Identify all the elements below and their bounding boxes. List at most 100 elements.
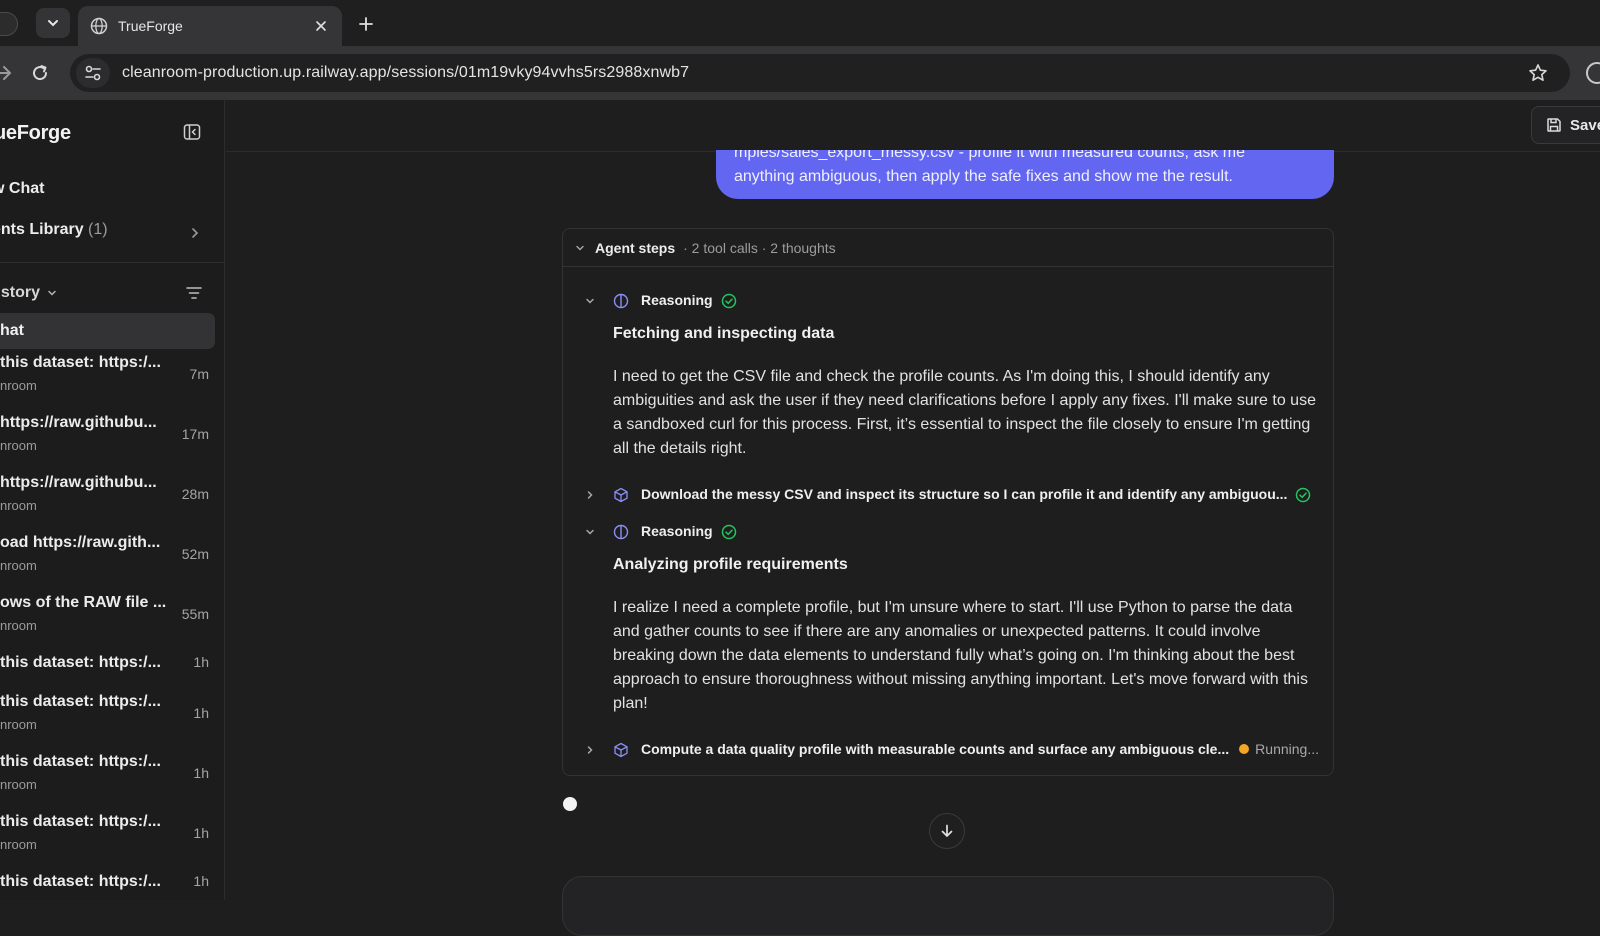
save-button[interactable]: Save [1531, 106, 1600, 144]
save-label: Save [1570, 116, 1600, 134]
history-item[interactable]: this dataset: https:/... nroom 7m [0, 354, 215, 410]
check-circle-icon [721, 524, 737, 540]
forward-icon[interactable] [0, 62, 14, 84]
active-chat-title: hat [0, 322, 24, 339]
browser-toolbar: cleanroom-production.up.railway.app/sess… [0, 46, 1600, 100]
history-item-subtitle: nroom [0, 777, 37, 792]
history-item-time: 28m [181, 486, 209, 502]
history-item-time: 1h [193, 765, 209, 781]
browser-tab[interactable]: TrueForge [78, 6, 342, 46]
history-item-title: this dataset: https:/... [0, 354, 161, 371]
history-item-subtitle: nroom [0, 558, 37, 573]
history-item-title: this dataset: https:/... [0, 753, 161, 770]
tab-close-button[interactable] [312, 17, 330, 35]
url-text[interactable]: cleanroom-production.up.railway.app/sess… [122, 64, 689, 82]
history-item-title: oad https://raw.gith... [0, 534, 161, 551]
profile-tab-button[interactable] [0, 12, 18, 36]
history-item-title: this dataset: https:/... [0, 654, 161, 671]
user-message-line: mples/sales_export_messy.csv - profile i… [734, 150, 1246, 161]
history-item-time: 55m [181, 606, 209, 622]
tool-call-toggle[interactable]: Compute a data quality profile with meas… [563, 738, 1333, 762]
reasoning-label: Reasoning [641, 523, 713, 539]
history-item-time: 1h [193, 825, 209, 841]
arrow-down-icon [941, 824, 953, 837]
history-item[interactable]: this dataset: https:/... nroom 1h [0, 813, 215, 869]
history-item-subtitle: nroom [0, 378, 37, 393]
bookmark-star-icon[interactable] [1528, 63, 1548, 83]
chevron-right-icon [587, 746, 593, 754]
tab-title: TrueForge [118, 18, 183, 34]
close-icon [316, 21, 326, 31]
agent-steps-title: Agent steps [595, 239, 676, 256]
address-bar[interactable]: cleanroom-production.up.railway.app/sess… [70, 54, 1570, 92]
history-item[interactable]: https://raw.githubu... nroom 17m [0, 414, 215, 470]
reasoning-step-toggle[interactable]: Reasoning [563, 289, 1333, 313]
new-chat-button[interactable]: w Chat [0, 180, 44, 198]
library-link[interactable]: ents Library (1) [0, 221, 108, 239]
history-item-time: 17m [181, 426, 209, 442]
history-item-time: 7m [189, 366, 209, 382]
message-composer[interactable] [562, 876, 1334, 936]
new-tab-button[interactable] [354, 12, 378, 36]
plus-icon [359, 17, 373, 31]
running-label: Running... [1255, 741, 1319, 757]
history-item-title: https://raw.githubu... [0, 474, 157, 491]
history-item[interactable]: this dataset: https:/... 1h [0, 873, 215, 899]
reload-icon[interactable] [30, 63, 50, 83]
history-item[interactable]: ows of the RAW file ... nroom 55m [0, 594, 215, 650]
chevron-down-icon [586, 298, 594, 304]
history-item-subtitle: nroom [0, 717, 37, 732]
history-item-time: 1h [193, 654, 209, 670]
agent-steps-panel: Agent steps · 2 tool calls · 2 thoughts … [562, 228, 1334, 776]
user-message-line: anything ambiguous, then apply the safe … [734, 168, 1233, 185]
library-count: (1) [88, 221, 108, 238]
history-item[interactable]: this dataset: https:/... nroom 1h [0, 693, 215, 749]
sidebar-divider [0, 262, 224, 263]
chevron-down-icon [48, 20, 58, 27]
tool-call-label: Compute a data quality profile with meas… [641, 741, 1230, 757]
streaming-indicator [563, 797, 577, 811]
scroll-to-bottom-button[interactable] [929, 813, 965, 849]
history-item-title: https://raw.githubu... [0, 414, 157, 431]
history-item-time: 1h [193, 873, 209, 889]
sidebar: ueForge w Chat ents Library (1) listory … [0, 100, 225, 900]
save-icon [1547, 118, 1561, 132]
tab-search-button[interactable] [36, 8, 70, 38]
sidebar-collapse-icon[interactable] [183, 123, 201, 141]
chevron-down-icon [586, 529, 594, 535]
app-brand: ueForge [0, 122, 71, 144]
check-circle-icon [721, 293, 737, 309]
reasoning-body: I need to get the CSV file and check the… [613, 368, 1316, 457]
history-item-subtitle: nroom [0, 438, 37, 453]
history-label: listory [0, 284, 41, 301]
running-status: Running... [1239, 741, 1319, 757]
filter-icon[interactable] [185, 285, 203, 301]
brain-icon [613, 293, 629, 309]
history-item[interactable]: this dataset: https:/... 1h [0, 654, 215, 690]
chevron-down-icon [48, 290, 56, 296]
agent-steps-header[interactable]: Agent steps · 2 tool calls · 2 thoughts [563, 229, 1333, 267]
site-info-button[interactable] [76, 58, 110, 88]
reasoning-body: I realize I need a complete profile, but… [613, 599, 1308, 712]
cube-icon [614, 742, 628, 758]
history-item-subtitle: nroom [0, 498, 37, 513]
history-item-title: this dataset: https:/... [0, 693, 161, 710]
cube-icon [614, 487, 628, 503]
history-toggle[interactable]: listory [0, 284, 58, 302]
history-item-title: ows of the RAW file ... [0, 594, 167, 611]
check-circle-icon [1295, 487, 1311, 503]
tool-call-label: Download the messy CSV and inspect its s… [641, 486, 1288, 502]
main-header [226, 100, 1600, 152]
tool-call-toggle[interactable]: Download the messy CSV and inspect its s… [563, 483, 1333, 507]
history-item-title: this dataset: https:/... [0, 813, 161, 830]
extensions-icon[interactable] [1586, 62, 1600, 84]
library-label: ents Library [0, 221, 84, 238]
history-item[interactable]: https://raw.githubu... nroom 28m [0, 474, 215, 530]
brain-icon [613, 524, 629, 540]
history-item[interactable]: oad https://raw.gith... nroom 52m [0, 534, 215, 590]
user-message-bubble: mples/sales_export_messy.csv - profile i… [716, 150, 1334, 199]
history-item-active[interactable]: hat [0, 313, 215, 349]
chevron-right-icon[interactable] [188, 226, 202, 240]
history-item[interactable]: this dataset: https:/... nroom 1h [0, 753, 215, 809]
reasoning-step-toggle[interactable]: Reasoning [563, 520, 1333, 544]
